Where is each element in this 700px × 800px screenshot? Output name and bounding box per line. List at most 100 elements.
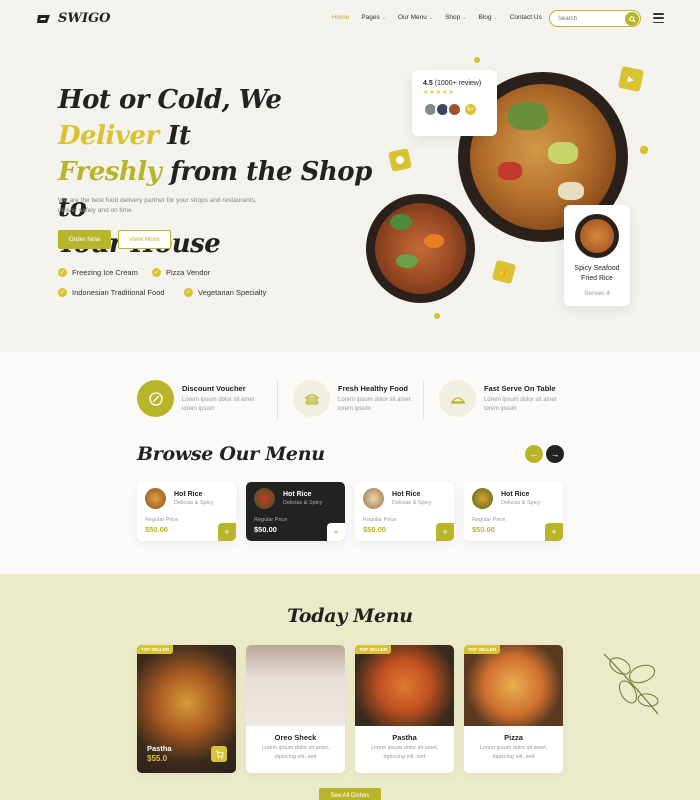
add-to-cart-button[interactable]: + (545, 523, 563, 541)
add-to-cart-button[interactable]: + (218, 523, 236, 541)
menu-card[interactable]: Hot Rice Delicias & Spicy Regular Price … (355, 482, 454, 541)
today-card-name: Pizza (504, 733, 523, 742)
today-card-name: Oreo Sheck (274, 733, 317, 742)
check-icon: ✓ (152, 268, 161, 277)
service-desc: Lorem ipsum dolor sit amet lorem ipsum (182, 396, 255, 412)
hero-title-text: It (158, 121, 191, 151)
noodle-image (363, 488, 384, 509)
menu-card-sub: Delicias & Spicy (174, 500, 214, 506)
today-card[interactable]: Oreo Sheck Lorem ipsum dolor sit amet, d… (246, 645, 345, 773)
top-seller-badge: TOP SELLER (355, 645, 392, 654)
search-input[interactable] (558, 15, 618, 22)
nav-pages[interactable]: Pages ⌄ (361, 14, 386, 21)
bowl-image (472, 488, 493, 509)
chevron-down-icon: ⌄ (493, 14, 498, 21)
hero-title-text: Hot or Cold, We (58, 85, 282, 115)
chevron-down-icon: ⌄ (428, 14, 434, 21)
browse-menu-title: Browse Our Menu (137, 443, 325, 465)
feature-label: Vegetarian Specialty (198, 288, 267, 297)
prev-arrow-button[interactable]: ← (525, 445, 543, 463)
chevron-down-icon: ⌄ (462, 14, 467, 21)
nav-contact[interactable]: Contact Us (510, 14, 542, 21)
next-arrow-button[interactable]: → (546, 445, 564, 463)
service-desc: Lorem ipsum dolor sit amet lorem ipsum (338, 396, 411, 412)
today-card[interactable]: TOP SELLER Pastha $55.0 (137, 645, 236, 773)
dish-name-line: Fried Rice (581, 275, 613, 282)
seafood-plate-image (366, 194, 475, 303)
add-to-cart-button[interactable]: + (327, 523, 345, 541)
avatar (447, 102, 462, 117)
feature-item: ✓ Freezing Ice Cream (58, 268, 138, 277)
menu-card-price-label: Regular Price (145, 517, 179, 523)
review-count: (1000+ review) (434, 80, 482, 87)
nav-shop[interactable]: Shop ⌄ (445, 14, 466, 21)
menu-card-price: $50.00 (472, 525, 495, 534)
check-icon: ✓ (58, 268, 67, 277)
today-card[interactable]: TOP SELLER Pizza Lorem ipsum dolor sit a… (464, 645, 563, 773)
view-more-button[interactable]: View More (118, 230, 171, 249)
service-desc: Lorem ipsum dolor sit amet lorem ipsum (484, 396, 557, 412)
more-avatars-badge: 5+ (463, 102, 478, 117)
add-to-cart-button[interactable]: + (436, 523, 454, 541)
burger-image (145, 488, 166, 509)
nav-label: Our Menu (397, 14, 427, 21)
nav-home[interactable]: Home (332, 14, 349, 21)
service-discount-voucher: Discount Voucher Lorem ipsum dolor sit a… (137, 380, 262, 417)
cart-button[interactable] (211, 746, 227, 762)
menu-card-price-label: Regular Price (254, 517, 288, 523)
nav-label: Pages (361, 14, 380, 21)
hamburger-icon[interactable] (653, 13, 664, 23)
dish-serves: Serves 4 (584, 290, 610, 297)
feature-label: Indonesian Traditional Food (72, 288, 165, 297)
top-seller-badge: TOP SELLER (137, 645, 174, 654)
search-button[interactable] (625, 12, 639, 26)
divider (277, 380, 278, 420)
logo-text: SWIGO (58, 11, 111, 26)
order-now-button[interactable]: Order Now (58, 230, 111, 249)
feature-item: ✓ Vegetarian Specialty (184, 288, 266, 297)
arrow-left-icon: ← (529, 449, 539, 459)
salad-image (254, 488, 275, 509)
logo-icon (37, 14, 50, 23)
hero-description: We are the best food delivery partner fo… (58, 197, 257, 214)
main-nav: Home Pages ⌄ Our Menu ⌄ Shop ⌄ Blog ⌄ Contac… (332, 14, 554, 21)
avatar-group: 5+ (423, 102, 486, 117)
play-icon: ▶ (617, 65, 645, 93)
menu-card-name: Hot Rice (392, 491, 421, 498)
check-icon: ✓ (184, 288, 193, 297)
search-box (549, 10, 641, 27)
feature-item: ✓ Indonesian Traditional Food (58, 288, 165, 297)
top-seller-badge: TOP SELLER (464, 645, 501, 654)
feature-label: Freezing Ice Cream (72, 268, 138, 277)
hero-title-accent: Freshly (58, 157, 162, 187)
service-fast-serve: Fast Serve On Table Lorem ipsum dolor si… (439, 380, 564, 417)
today-menu-title: Today Menu (287, 605, 413, 627)
today-card-name: Pastha (147, 744, 172, 753)
hero-title-accent: Deliver (58, 121, 159, 151)
menu-card-price-label: Regular Price (472, 517, 506, 523)
nav-our-menu[interactable]: Our Menu ⌄ (398, 14, 433, 21)
dish-thumbnail (575, 214, 619, 258)
feature-label: Pizza Vendor (166, 268, 211, 277)
featured-dish-card[interactable]: Spicy Seafood Fried Rice Serves 4 (564, 205, 630, 306)
menu-card-name: Hot Rice (501, 491, 530, 498)
rating-value: 4.5 (423, 80, 433, 87)
today-card-price: $55.0 (147, 754, 168, 763)
menu-card[interactable]: Hot Rice Delicias & Spicy Regular Price … (137, 482, 236, 541)
today-card[interactable]: TOP SELLER Pastha Lorem ipsum dolor sit … (355, 645, 454, 773)
logo[interactable]: SWIGO (36, 11, 111, 26)
menu-card-name: Hot Rice (283, 491, 312, 498)
nav-label: Home (332, 14, 350, 21)
menu-card-sub: Delicias & Spicy (392, 500, 432, 506)
menu-card-name: Hot Rice (174, 491, 203, 498)
divider (423, 380, 424, 420)
nav-label: Contact Us (509, 14, 542, 21)
menu-card[interactable]: Hot Rice Delicias & Spicy Regular Price … (464, 482, 563, 541)
nav-blog[interactable]: Blog ⌄ (478, 14, 497, 21)
check-icon: ✓ (58, 288, 67, 297)
menu-card[interactable]: Hot Rice Delicias & Spicy Regular Price … (246, 482, 345, 541)
burger-icon (293, 380, 330, 417)
dish-name: Spicy Seafood Fried Rice (564, 264, 630, 284)
see-all-dishes-button[interactable]: See All Dishes (319, 788, 381, 800)
pasta-image (355, 645, 454, 726)
